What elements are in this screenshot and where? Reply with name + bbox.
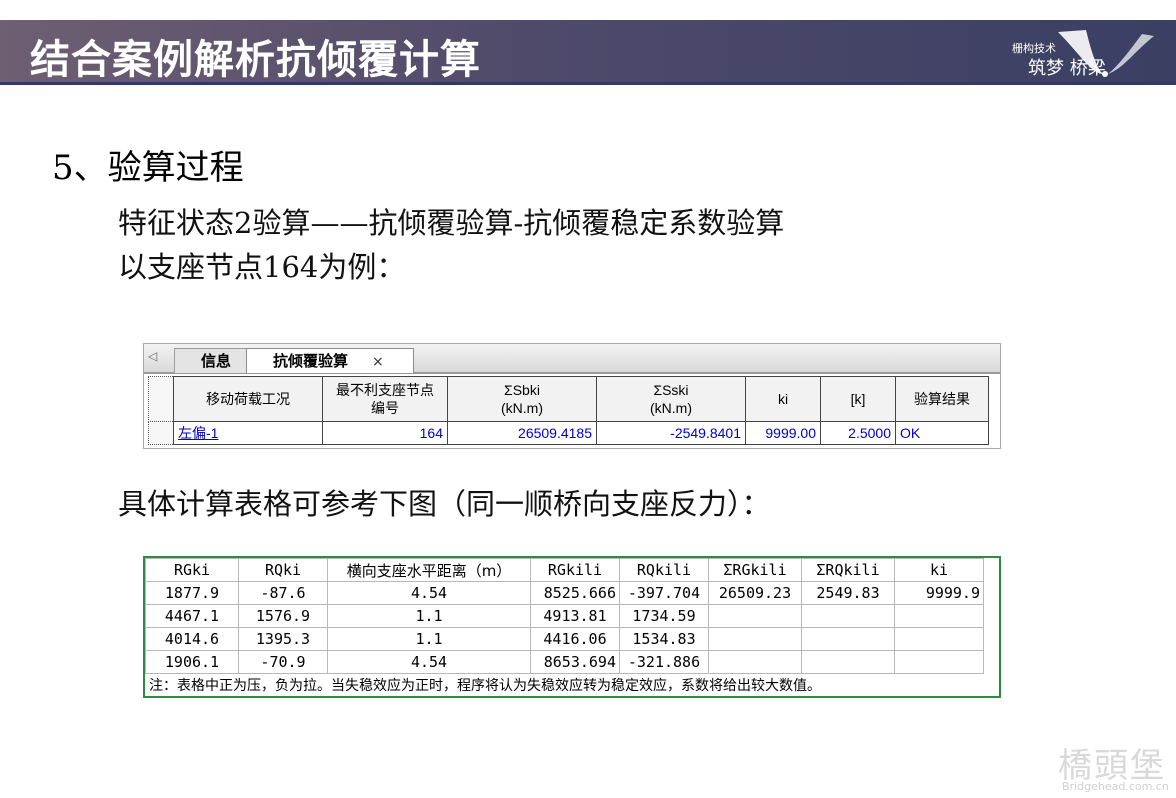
cell-ki[interactable]: 9999.00 [745, 421, 821, 445]
overturn-table: 移动荷载工况 最不利支座节点编号 ΣSbki (kN.m) ΣSski (kN.… [148, 376, 989, 445]
cell: 4014.6 [145, 627, 239, 651]
col-sum-rgkili: ΣRGkili [708, 558, 802, 582]
col-result: 验算结果 [895, 376, 989, 422]
slide-title: 结合案例解析抗倾覆计算 [30, 36, 481, 83]
table-row[interactable]: 左偏-1 164 26509.4185 -2549.8401 9999.00 2… [148, 421, 989, 445]
col-sum-rqkili: ΣRQkili [801, 558, 895, 582]
watermark-url: Bridgehead.com.cn [1062, 780, 1169, 793]
row-selector-header[interactable] [148, 376, 174, 422]
body-line-1: 特征状态2验算——抗倾覆验算-抗倾覆稳定系数验算 [118, 206, 785, 240]
cell: -87.6 [238, 581, 328, 605]
cell [894, 650, 984, 674]
cell: 1877.9 [145, 581, 239, 605]
cell: 4.54 [327, 581, 531, 605]
cell: 1395.3 [238, 627, 328, 651]
cell: 4913.81 [530, 604, 620, 628]
cell: 26509.23 [708, 581, 802, 605]
table-note: 注：表格中正为压，负为拉。当失稳效应为正时，程序将认为失稳效应转为稳定效应，系数… [149, 678, 821, 694]
cell-k[interactable]: 2.5000 [820, 421, 896, 445]
table-row: 4467.1 1576.9 1.1 4913.81 1734.59 [145, 604, 984, 628]
cell: 2549.83 [801, 581, 895, 605]
col-rgkili: RGkili [530, 558, 620, 582]
col-load-case: 移动荷载工况 [173, 376, 323, 422]
table-row: 1877.9 -87.6 4.54 8525.666 -397.704 2650… [145, 581, 984, 605]
cell: 8653.694 [530, 650, 620, 674]
table-row: 1906.1 -70.9 4.54 8653.694 -321.886 [145, 650, 984, 674]
cell: 1534.83 [619, 627, 709, 651]
scroll-left-icon[interactable]: ◁ [148, 349, 157, 363]
logo-name: 筑梦 桥梁 [1028, 58, 1106, 79]
cell-load-case[interactable]: 左偏-1 [173, 421, 323, 445]
row-selector[interactable] [148, 421, 174, 445]
cell [801, 627, 895, 651]
cell [801, 650, 895, 674]
cell: -70.9 [238, 650, 328, 674]
col-sbki: ΣSbki (kN.m) [447, 376, 597, 422]
cell [708, 650, 802, 674]
cell: 1576.9 [238, 604, 328, 628]
cell: 9999.9 [894, 581, 984, 605]
cell: 1.1 [327, 604, 531, 628]
brand-logo: 栅构技术 筑梦 桥梁 [1010, 24, 1160, 82]
cell: -321.886 [619, 650, 709, 674]
col-node: 最不利支座节点编号 [322, 376, 448, 422]
col-rqkili: RQkili [619, 558, 709, 582]
col-rqki: RQki [238, 558, 328, 582]
cell: -397.704 [619, 581, 709, 605]
reference-table: RGki RQki 横向支座水平距离（m） RGkili RQkili ΣRGk… [143, 556, 1001, 698]
cell: 1906.1 [145, 650, 239, 674]
cell-sbki[interactable]: 26509.4185 [447, 421, 597, 445]
cell: 1.1 [327, 627, 531, 651]
cell: 4.54 [327, 650, 531, 674]
tab-bar: ◁ 信息 抗倾覆验算 × [144, 344, 1000, 374]
cell-node[interactable]: 164 [322, 421, 448, 445]
col-distance: 横向支座水平距离（m） [327, 558, 531, 582]
check-result-panel: ◁ 信息 抗倾覆验算 × 移动荷载工况 最不利支座节点编号 ΣSbki (kN.… [143, 343, 1001, 449]
cell [894, 627, 984, 651]
body-line-2: 以支座节点164为例： [118, 250, 406, 284]
cell [894, 604, 984, 628]
cell: 8525.666 [530, 581, 620, 605]
cell-sski[interactable]: -2549.8401 [596, 421, 746, 445]
table-header-row: RGki RQki 横向支座水平距离（m） RGkili RQkili ΣRGk… [145, 558, 984, 582]
section-heading: 5、验算过程 [52, 148, 244, 188]
cell: 4467.1 [145, 604, 239, 628]
col-k: [k] [820, 376, 896, 422]
cell: 1734.59 [619, 604, 709, 628]
cell-result[interactable]: OK [895, 421, 989, 445]
tab-overturn-check[interactable]: 抗倾覆验算 [246, 348, 414, 373]
reaction-table: RGki RQki 横向支座水平距离（m） RGkili RQkili ΣRGk… [145, 558, 984, 674]
col-ki: ki [894, 558, 984, 582]
body-line-3: 具体计算表格可参考下图（同一顺桥向支座反力）： [118, 487, 771, 521]
cell [708, 627, 802, 651]
table-row: 4014.6 1395.3 1.1 4416.06 1534.83 [145, 627, 984, 651]
cell [801, 604, 895, 628]
table-header-row: 移动荷载工况 最不利支座节点编号 ΣSbki (kN.m) ΣSski (kN.… [148, 376, 989, 422]
col-sski: ΣSski (kN.m) [596, 376, 746, 422]
cell [708, 604, 802, 628]
col-rgki: RGki [145, 558, 239, 582]
cell: 4416.06 [530, 627, 620, 651]
col-node-label: 最不利支座节点编号 [336, 382, 434, 416]
col-ki: ki [745, 376, 821, 422]
close-icon[interactable]: × [372, 354, 384, 370]
